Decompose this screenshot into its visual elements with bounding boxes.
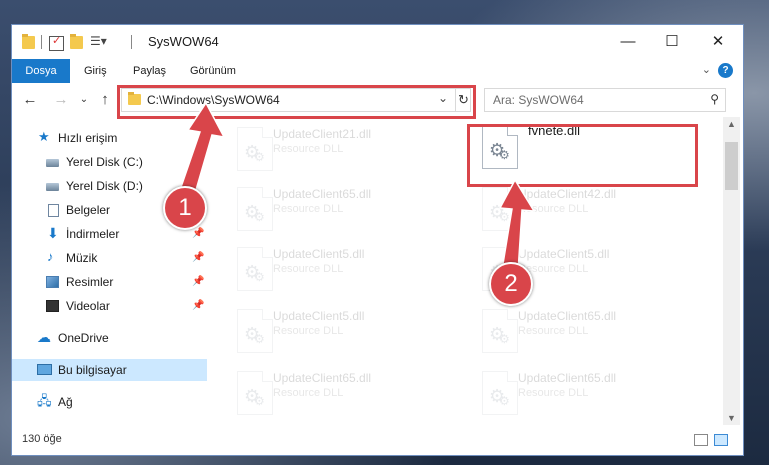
- step-2-badge: 2: [489, 262, 533, 306]
- arrow-to-file: [498, 178, 536, 273]
- step-1-badge: 1: [163, 186, 207, 230]
- arrow-to-address: [178, 101, 226, 191]
- annotation-arrows: [178, 101, 536, 273]
